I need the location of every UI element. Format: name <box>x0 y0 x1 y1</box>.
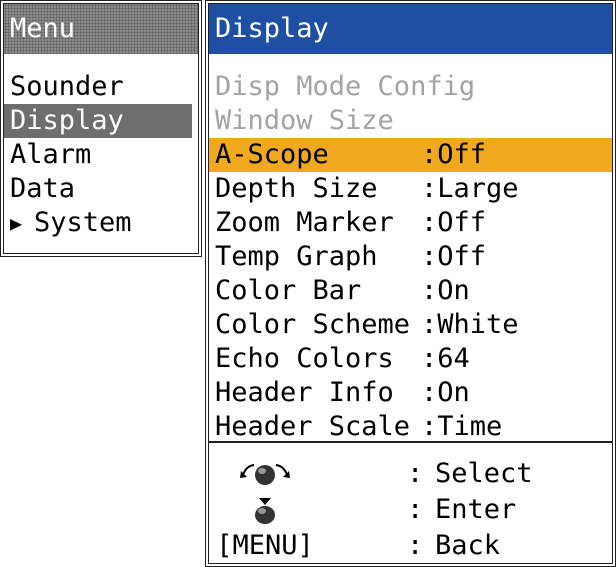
setting-row-depth-size[interactable]: Depth Size :Large <box>209 172 612 206</box>
setting-value: :64 <box>421 343 470 374</box>
setting-label: Temp Graph <box>215 241 378 272</box>
legend-action-select: Select <box>435 458 533 489</box>
settings-list: Disp Mode Config Window Size A-Scope :Off… <box>209 54 612 444</box>
menu-item-data[interactable]: Data <box>4 172 192 206</box>
legend-colon: : <box>407 530 424 561</box>
push-knob-icon <box>213 492 317 528</box>
setting-row-header-info[interactable]: Header Info :On <box>209 376 612 410</box>
setting-label: Window Size <box>215 105 394 136</box>
setting-row-color-scheme[interactable]: Color Scheme :White <box>209 308 612 342</box>
menu-item-label: Display <box>10 105 124 136</box>
setting-row-a-scope[interactable]: A-Scope :Off <box>209 138 612 172</box>
setting-value: :Off <box>421 241 487 272</box>
setting-label: Color Bar <box>215 275 362 306</box>
legend-row-enter: : Enter <box>209 492 612 528</box>
setting-value: :Time <box>421 411 503 442</box>
menu-item-display[interactable]: Display <box>4 104 192 138</box>
menu-item-label: System <box>34 207 132 238</box>
setting-value: :On <box>421 377 470 408</box>
setting-row-header-scale[interactable]: Header Scale :Time <box>209 410 612 444</box>
setting-row-zoom-marker[interactable]: Zoom Marker :Off <box>209 206 612 240</box>
setting-value: :Off <box>421 139 487 170</box>
setting-label: Color Scheme <box>215 309 411 340</box>
menu-panel: Menu Sounder Display Alarm Data ▶ System <box>0 0 202 257</box>
rotary-knob-icon <box>213 456 317 492</box>
setting-row-echo-colors[interactable]: Echo Colors :64 <box>209 342 612 376</box>
setting-value: :White <box>421 309 519 340</box>
menu-item-alarm[interactable]: Alarm <box>4 138 192 172</box>
menu-list: Sounder Display Alarm Data ▶ System <box>4 54 198 240</box>
setting-value: :On <box>421 275 470 306</box>
disp-mode-config-item: Disp Mode Config <box>209 70 612 104</box>
setting-label: Echo Colors <box>215 343 394 374</box>
legend-row-back: [MENU] : Back <box>209 528 612 564</box>
legend-row-select: : Select <box>209 456 612 492</box>
setting-label: Disp Mode Config <box>215 71 476 102</box>
setting-value: :Off <box>421 207 487 238</box>
setting-label: A-Scope <box>215 139 329 170</box>
control-legend: : Select : Enter [MENU] : Back <box>209 456 612 564</box>
legend-action-enter: Enter <box>435 494 517 525</box>
display-panel: Display Disp Mode Config Window Size A-S… <box>205 0 616 567</box>
window-size-item: Window Size <box>209 104 612 138</box>
menu-item-system[interactable]: ▶ System <box>4 206 192 240</box>
legend-colon: : <box>407 494 424 525</box>
menu-item-label: Data <box>10 173 76 204</box>
setting-label: Zoom Marker <box>215 207 394 238</box>
menu-item-label: Sounder <box>10 71 124 102</box>
setting-label: Depth Size <box>215 173 378 204</box>
legend-divider <box>209 441 612 443</box>
legend-colon: : <box>407 458 424 489</box>
menu-header: Menu <box>4 4 198 54</box>
setting-row-temp-graph[interactable]: Temp Graph :Off <box>209 240 612 274</box>
setting-label: Header Info <box>215 377 394 408</box>
menu-item-sounder[interactable]: Sounder <box>4 70 192 104</box>
setting-value: :Large <box>421 173 519 204</box>
menu-item-label: Alarm <box>10 139 92 170</box>
legend-action-back: Back <box>435 530 501 561</box>
setting-row-color-bar[interactable]: Color Bar :On <box>209 274 612 308</box>
menu-key-label: [MENU] <box>216 530 314 561</box>
play-arrow-icon: ▶ <box>10 211 23 235</box>
display-header: Display <box>209 4 612 54</box>
setting-label: Header Scale <box>215 411 411 442</box>
